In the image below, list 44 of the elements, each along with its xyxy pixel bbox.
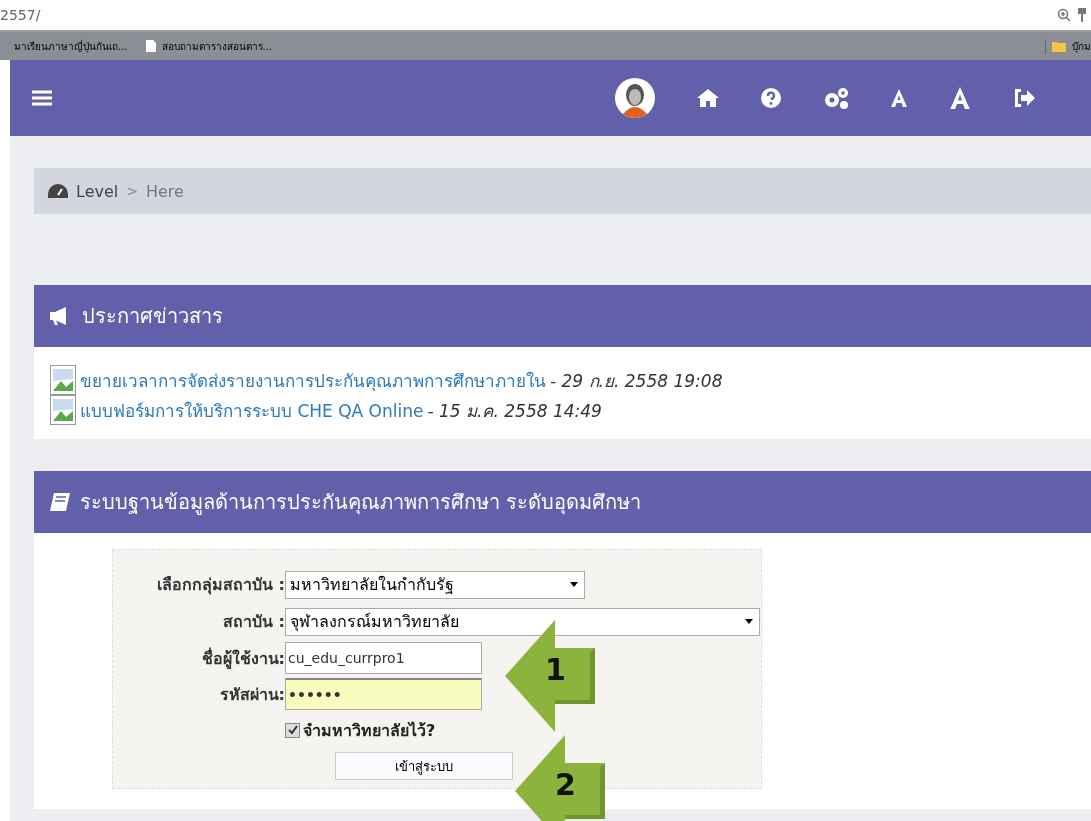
dropdown-icon	[570, 582, 578, 587]
large-font-icon[interactable]	[949, 87, 971, 109]
group-select[interactable]: มหาวิทยาลัยในกำกับรัฐ	[285, 570, 585, 599]
broken-image-icon	[50, 395, 76, 425]
help-icon[interactable]	[761, 88, 781, 108]
zoom-icon[interactable]	[1057, 8, 1071, 22]
gears-icon[interactable]	[823, 87, 849, 109]
panel-title: ประกาศข่าวสาร	[82, 303, 223, 330]
news-link[interactable]: ขยายเวลาการจัดส่งรายงานการประกันคุณภาพการศึกษาภายใน	[80, 366, 546, 394]
folder-icon	[1052, 40, 1066, 52]
page-icon	[145, 40, 156, 52]
menu-icon[interactable]	[32, 90, 52, 106]
field-label: สถาบัน :	[222, 611, 285, 633]
remember-checkbox[interactable]	[285, 722, 300, 738]
field-label: ชื่อผู้ใช้งาน:	[200, 646, 285, 671]
news-link[interactable]: แบบฟอร์มการให้บริการระบบ CHE QA Online	[80, 396, 424, 424]
field-label: รหัสผ่าน:	[218, 683, 285, 706]
password-field[interactable]: ••••••	[285, 678, 482, 710]
small-font-icon[interactable]	[891, 89, 907, 107]
field-label: เลือกกลุ่มสถาบัน :	[156, 574, 285, 597]
arrow-callout: 2	[515, 735, 607, 821]
logout-icon[interactable]	[1013, 89, 1035, 107]
login-button[interactable]: เข้าสู่ระบบ	[335, 752, 513, 780]
news-date: - 15 ม.ค. 2558 14:49	[427, 399, 602, 423]
breadcrumb-link[interactable]: Level	[76, 181, 119, 201]
panel-title: ระบบฐานข้อมูลด้านการประกันคุณภาพการศึกษา ระดับอุดมศึกษา	[80, 489, 642, 517]
bookmark-link[interactable]: สอบถามตารางสอนตาร...	[161, 38, 273, 54]
news-date: - 29 ก.ย. 2558 19:08	[550, 369, 723, 393]
arrow-callout: 1	[505, 620, 597, 732]
book-icon	[50, 493, 70, 511]
key-icon[interactable]	[1077, 8, 1087, 22]
dropdown-icon	[745, 619, 753, 624]
checkbox-label: จำมหาวิทยาลัยไว้?	[303, 719, 436, 742]
institution-select[interactable]: จุฬาลงกรณ์มหาวิทยาลัย	[285, 607, 760, 636]
separator-icon: >	[126, 183, 138, 199]
avatar-icon[interactable]	[615, 78, 655, 118]
username-field[interactable]: cu_edu_currpro1	[285, 642, 482, 674]
address-text[interactable]: 2557/	[0, 7, 1051, 23]
bookmark-link[interactable]: มาเรียนภาษาญี่ปุ่นกันเถ...	[14, 38, 128, 54]
bookmark-link[interactable]: บุ๊กม	[1072, 38, 1091, 54]
home-icon[interactable]	[697, 89, 719, 107]
dashboard-icon	[48, 184, 68, 198]
broken-image-icon	[50, 365, 76, 395]
breadcrumb-current: Here	[145, 181, 184, 201]
